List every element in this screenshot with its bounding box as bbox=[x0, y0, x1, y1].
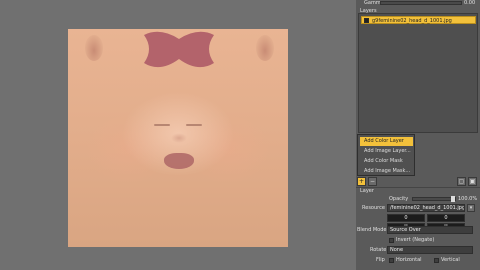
blend-mode-select[interactable]: Source Over bbox=[387, 226, 473, 234]
flip-vertical-checkbox[interactable] bbox=[434, 258, 439, 263]
opacity-label: Opacity bbox=[389, 196, 409, 202]
layer-visibility-checkbox[interactable] bbox=[364, 18, 369, 23]
gamma-slider[interactable] bbox=[380, 1, 462, 5]
layer-name: g9feminine02_head_d_1001.jpg bbox=[372, 18, 452, 24]
remove-layer-button[interactable]: − bbox=[368, 177, 377, 186]
menu-item-add-image-layer[interactable]: Add Image Layer... bbox=[360, 147, 413, 156]
resource-field[interactable]: /feminine02_head_d_1001.jpg bbox=[387, 204, 465, 212]
copy-icon[interactable]: ▢ bbox=[457, 177, 466, 186]
flip-horizontal-checkbox[interactable] bbox=[389, 258, 394, 263]
scalp-patch bbox=[144, 31, 214, 68]
flip-horizontal-label: Horizontal bbox=[396, 257, 422, 263]
menu-item-add-color-layer[interactable]: Add Color Layer bbox=[360, 137, 413, 146]
layer-section-label: Layer bbox=[360, 188, 374, 194]
opacity-knob[interactable] bbox=[451, 196, 455, 202]
invert-checkbox[interactable] bbox=[389, 238, 394, 243]
face-texture-image bbox=[68, 29, 288, 247]
browse-icon[interactable]: ▾ bbox=[467, 204, 475, 212]
nose bbox=[171, 133, 187, 143]
rotate-label: Rotate bbox=[370, 247, 387, 253]
eye-left bbox=[154, 124, 170, 126]
ear-right bbox=[256, 35, 274, 61]
layer-item[interactable]: g9feminine02_head_d_1001.jpg bbox=[361, 16, 476, 24]
value-field-1[interactable]: 0 bbox=[387, 214, 425, 222]
flip-label: Flip bbox=[376, 257, 385, 263]
resource-label: Resource bbox=[362, 205, 385, 211]
blend-mode-label: Blend Mode bbox=[357, 227, 387, 233]
gamma-value: 0.00 bbox=[464, 0, 476, 6]
value-field-2[interactable]: 0 bbox=[427, 214, 465, 222]
divider bbox=[356, 187, 480, 188]
add-layer-menu: Add Color Layer Add Image Layer... Add C… bbox=[357, 134, 415, 176]
delete-icon[interactable]: ▣ bbox=[468, 177, 477, 186]
flip-vertical-label: Vertical bbox=[441, 257, 460, 263]
add-layer-button[interactable]: + bbox=[357, 177, 366, 186]
layers-list[interactable]: g9feminine02_head_d_1001.jpg bbox=[358, 13, 478, 133]
eye-right bbox=[186, 124, 202, 126]
ear-left bbox=[85, 35, 103, 61]
opacity-value: 100.0% bbox=[458, 196, 478, 202]
menu-item-add-image-mask[interactable]: Add Image Mask... bbox=[360, 167, 413, 176]
menu-item-add-color-mask[interactable]: Add Color Mask bbox=[360, 157, 413, 166]
rotate-select[interactable]: None bbox=[387, 246, 473, 254]
invert-label: Invert (Negate) bbox=[396, 237, 435, 243]
lips bbox=[164, 153, 194, 169]
texture-canvas[interactable] bbox=[0, 0, 356, 270]
opacity-slider[interactable] bbox=[412, 196, 456, 202]
